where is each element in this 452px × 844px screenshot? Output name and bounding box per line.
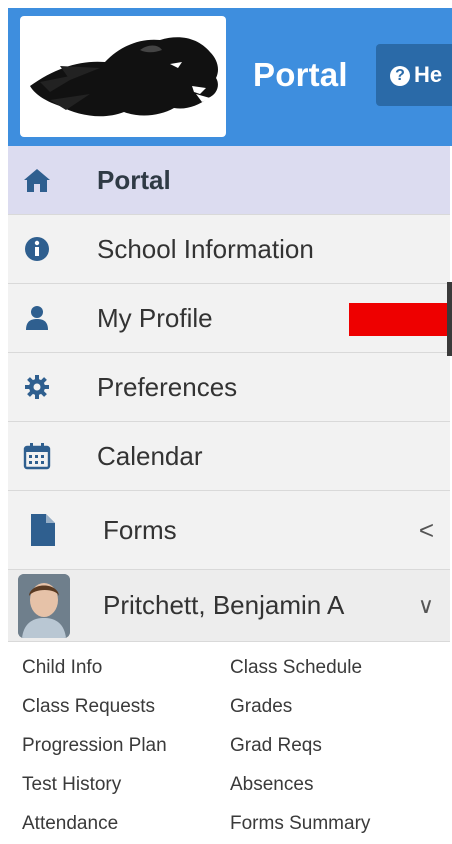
link-child-info[interactable]: Child Info bbox=[22, 657, 102, 679]
student-name: Pritchett, Benjamin A bbox=[103, 590, 345, 620]
portal-header: Portal ? He bbox=[8, 8, 452, 146]
content-edge bbox=[447, 282, 452, 356]
student-links-panel: Child Info Class Requests Progression Pl… bbox=[8, 652, 450, 844]
calendar-icon bbox=[22, 441, 52, 471]
help-label: He bbox=[414, 62, 443, 87]
sidebar-item-label: My Profile bbox=[97, 302, 213, 333]
sidebar-item-preferences[interactable]: Preferences bbox=[8, 353, 450, 422]
sidebar-nav: Portal School Information My Profile Pre… bbox=[8, 146, 450, 642]
link-grades[interactable]: Grades bbox=[230, 696, 292, 718]
sidebar-item-label: Portal bbox=[97, 164, 171, 195]
link-class-requests[interactable]: Class Requests bbox=[22, 696, 155, 718]
link-attendance[interactable]: Attendance bbox=[22, 813, 118, 835]
chevron-down-icon[interactable]: ∨ bbox=[418, 593, 434, 619]
chevron-left-icon[interactable]: < bbox=[419, 515, 434, 546]
link-class-schedule[interactable]: Class Schedule bbox=[230, 657, 362, 679]
file-icon bbox=[28, 514, 58, 546]
sidebar-item-school-information[interactable]: School Information bbox=[8, 215, 450, 284]
link-progression-plan[interactable]: Progression Plan bbox=[22, 735, 167, 757]
sidebar-item-label: Preferences bbox=[97, 371, 238, 402]
user-icon bbox=[22, 303, 52, 333]
student-avatar bbox=[18, 574, 70, 638]
sidebar-item-forms[interactable]: Forms < bbox=[8, 491, 450, 570]
link-grad-reqs[interactable]: Grad Reqs bbox=[230, 735, 322, 757]
question-circle-icon: ? bbox=[390, 66, 410, 86]
sidebar-item-label: Calendar bbox=[97, 440, 203, 471]
help-button[interactable]: ? He bbox=[376, 44, 452, 106]
info-circle-icon bbox=[22, 234, 52, 264]
portal-title: Portal bbox=[253, 56, 348, 93]
student-selector[interactable]: Pritchett, Benjamin A ∨ bbox=[8, 570, 450, 642]
link-forms-summary[interactable]: Forms Summary bbox=[230, 813, 370, 835]
panther-logo-icon bbox=[30, 37, 218, 117]
gear-icon bbox=[22, 372, 52, 402]
link-absences[interactable]: Absences bbox=[230, 774, 313, 796]
school-logo[interactable] bbox=[20, 16, 226, 137]
sidebar-item-label: Forms bbox=[103, 514, 177, 545]
link-test-history[interactable]: Test History bbox=[22, 774, 121, 796]
sidebar-item-label: School Information bbox=[97, 233, 314, 264]
sidebar-item-portal[interactable]: Portal bbox=[8, 146, 450, 215]
home-icon bbox=[22, 165, 52, 195]
sidebar-item-calendar[interactable]: Calendar bbox=[8, 422, 450, 491]
red-annotation-arrow bbox=[349, 303, 452, 336]
